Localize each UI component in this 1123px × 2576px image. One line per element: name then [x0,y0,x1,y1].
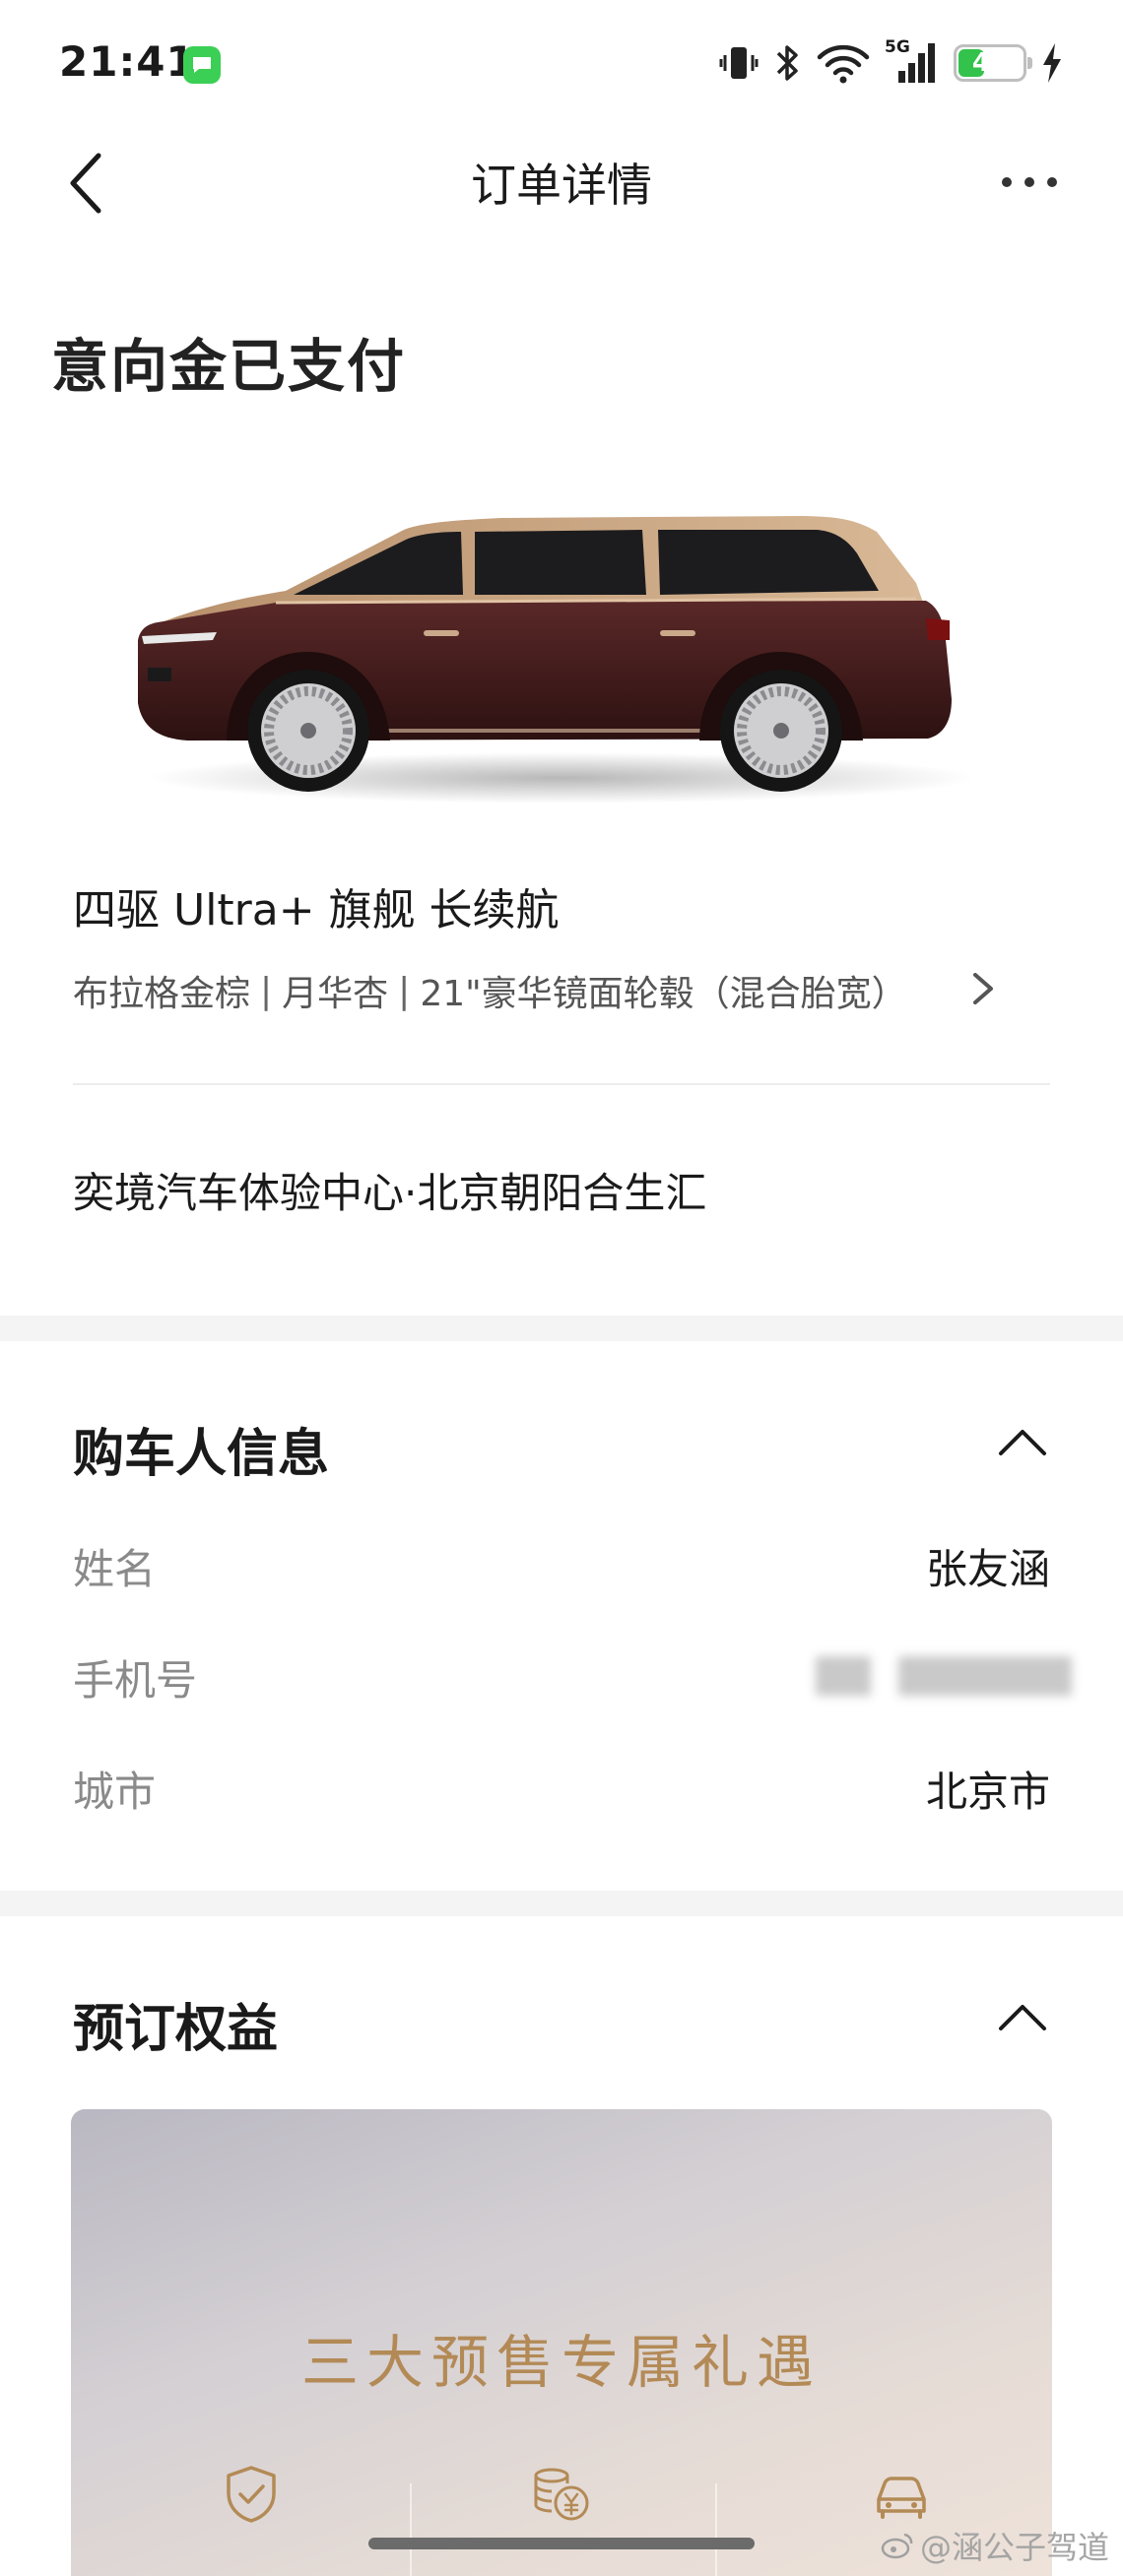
coins-yuan-icon [534,2468,589,2521]
option-separator: | [398,970,411,1011]
more-dots-icon [1002,177,1057,187]
status-time: 21:41 [59,37,196,86]
divider [73,1083,1050,1085]
wifi-icon [816,39,871,87]
page-title: 订单详情 [471,159,652,212]
watermark-text: @涵公子驾道 [919,2529,1109,2566]
store-name: 奕境汽车体验中心·北京朝阳合生汇 [73,1169,707,1217]
car-icon [877,2477,926,2519]
chevron-up-icon [999,2005,1046,2030]
battery-icon: 41 [954,39,1032,87]
rear-wheel [720,670,842,792]
section-gap [0,1891,1123,1916]
phone-value-masked [816,1646,1072,1706]
section-gap [0,1316,1123,1341]
benefits-card-title: 三大预售专属礼遇 [300,2329,822,2396]
bluetooth-icon [772,39,802,87]
battery-level: 41 [954,44,1032,82]
benefits-collapse-button[interactable] [995,1999,1050,2034]
chevron-up-icon [999,1430,1046,1455]
weibo-icon [881,2533,913,2559]
trim-options[interactable]: 布拉格金棕 | 月华杏 | 21"豪华镜面轮毂（混合胎宽） [73,965,907,1016]
option-interior: 月华杏 [282,974,389,1014]
car-image [128,492,1015,817]
more-button[interactable] [995,158,1064,207]
buyer-collapse-button[interactable] [995,1424,1050,1459]
phone-label: 手机号 [73,1656,198,1705]
front-wheel [247,670,369,792]
status-icons: 5G 41 [719,37,1064,87]
option-color: 布拉格金棕 [73,974,251,1014]
charging-icon [1040,39,1064,87]
battery-percent: 41 [971,48,1009,78]
suv-illustration [138,516,975,804]
benefits-section-title: 预订权益 [73,2000,279,2059]
nav-bar: 订单详情 [0,128,1123,236]
name-value: 张友涵 [925,1545,1050,1593]
city-value: 北京市 [925,1768,1050,1816]
home-indicator[interactable] [368,2538,755,2549]
watermark: @涵公子驾道 [881,2523,1109,2568]
trim-name: 四驱 Ultra+ 旗舰 长续航 [73,885,560,935]
signal-5g-icon: 5G [885,37,940,87]
benefit-separator [715,2483,717,2576]
benefit-separator [410,2483,412,2576]
name-label: 姓名 [73,1545,157,1593]
shield-check-icon [227,2466,276,2523]
buyer-section-title: 购车人信息 [73,1425,330,1484]
benefits-card[interactable]: 三大预售专属礼遇 [71,2109,1052,2576]
chevron-right-icon [973,973,993,1004]
city-label: 城市 [73,1768,157,1816]
order-detail-page: 21:41 5G 41 订单详情 意向金已支付 四驱 Ultra+ 旗舰 长续航… [0,0,1123,2576]
message-app-icon [183,46,221,84]
order-status: 意向金已支付 [51,333,407,400]
option-separator: | [260,970,273,1011]
status-bar: 21:41 5G 41 [0,0,1123,128]
vibrate-icon [719,39,759,87]
options-detail-button[interactable] [965,967,1001,1010]
option-wheels: 21"豪华镜面轮毂（混合胎宽） [420,974,907,1014]
